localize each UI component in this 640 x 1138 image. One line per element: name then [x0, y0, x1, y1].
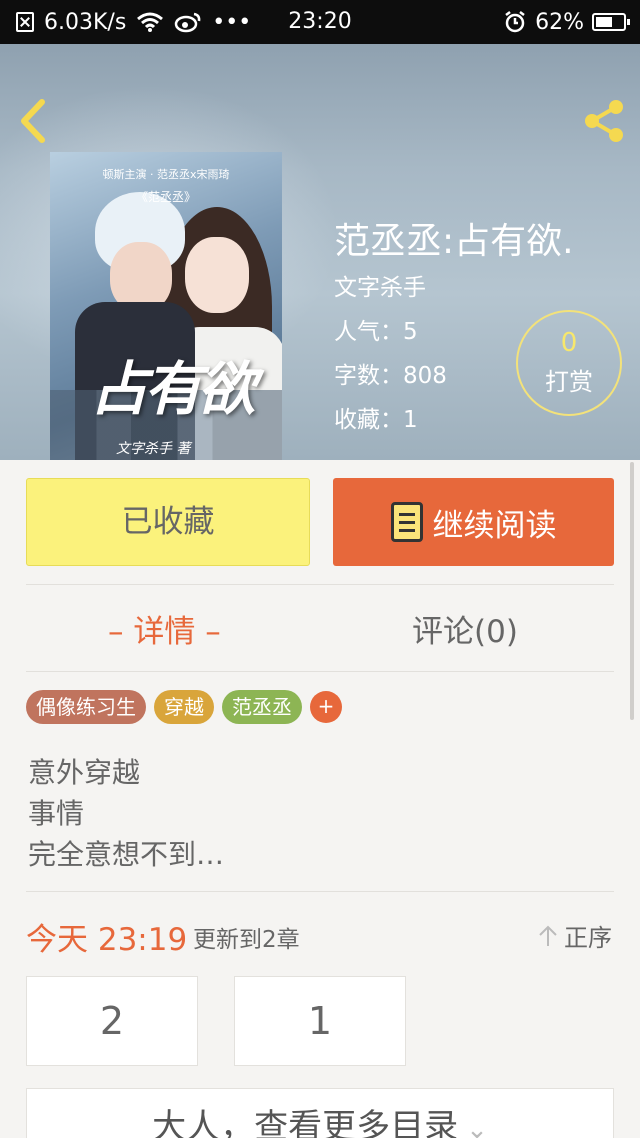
update-time: 今天 23:19 — [26, 922, 188, 958]
divider — [26, 671, 614, 672]
battery-percent: 62% — [535, 9, 584, 35]
book-word-count: 字数：808 — [334, 363, 447, 389]
battery-icon — [592, 13, 630, 31]
more-catalog-button[interactable]: 大人，查看更多目录 ⌄ — [26, 1088, 614, 1138]
sort-label: 正序 — [564, 924, 612, 952]
arrow-up-icon — [539, 925, 557, 946]
update-text: 更新到2章 — [193, 927, 300, 953]
share-button[interactable] — [580, 96, 628, 146]
divider — [26, 891, 614, 892]
scrollbar[interactable] — [630, 462, 634, 720]
tab-details[interactable]: – 详情 – — [108, 606, 221, 651]
more-catalog-label: 大人，查看更多目录 — [152, 1107, 459, 1138]
book-icon — [390, 502, 423, 542]
cover-sub-text: 《范丞丞》 — [135, 190, 196, 204]
description-line: 意外穿越 — [28, 756, 141, 789]
book-title: 范丞丞:占有欲. — [334, 221, 574, 262]
tab-comments[interactable]: 评论(0) — [412, 606, 518, 651]
chapter-item[interactable]: 1 — [234, 976, 406, 1066]
add-tag-button[interactable]: + — [310, 691, 342, 723]
cover-big-title: 占有欲 — [90, 355, 256, 423]
description-line: 完全意想不到… — [28, 838, 225, 871]
chevron-down-icon: ⌄ — [466, 1115, 488, 1138]
reward-label: 打赏 — [545, 368, 593, 396]
continue-reading-label: 继续阅读 — [432, 507, 557, 544]
reward-count: 0 — [560, 328, 578, 358]
book-popularity: 人气：5 — [334, 319, 418, 345]
tag-list: 偶像练习生 穿越 范丞丞 + — [26, 690, 342, 724]
status-right: 62% — [503, 0, 630, 44]
alarm-icon — [505, 11, 525, 33]
continue-reading-button[interactable]: 继续阅读 — [333, 478, 614, 566]
divider — [26, 584, 614, 585]
tag-item[interactable]: 偶像练习生 — [26, 690, 146, 724]
description-line: 事情 — [28, 797, 85, 830]
cover-author-text: 文字杀手 著 — [116, 441, 191, 457]
cover-top-text: 顿斯主演 · 范丞丞x宋雨琦 — [102, 168, 230, 181]
back-button[interactable] — [14, 96, 54, 146]
tag-item[interactable]: 范丞丞 — [222, 690, 302, 724]
battery-fill — [596, 17, 613, 27]
book-description: 意外穿越 事情 完全意想不到… — [28, 752, 224, 875]
book-cover[interactable]: 顿斯主演 · 范丞丞x宋雨琦 《范丞丞》 占有欲 文字杀手 著 — [50, 152, 282, 460]
favorited-button[interactable]: 已收藏 — [26, 478, 310, 566]
chapter-item[interactable]: 2 — [26, 976, 198, 1066]
sort-toggle[interactable]: 正序 — [538, 918, 612, 953]
book-favorites: 收藏：1 — [334, 407, 418, 433]
tag-item[interactable]: 穿越 — [154, 690, 214, 724]
book-author[interactable]: 文字杀手 — [334, 268, 426, 302]
book-header: 顿斯主演 · 范丞丞x宋雨琦 《范丞丞》 占有欲 文字杀手 著 范丞丞:占有欲.… — [0, 44, 640, 460]
reward-button[interactable]: 0 打赏 — [516, 310, 622, 416]
status-bar: 6.03K/s ••• 23:20 62% — [0, 0, 640, 44]
